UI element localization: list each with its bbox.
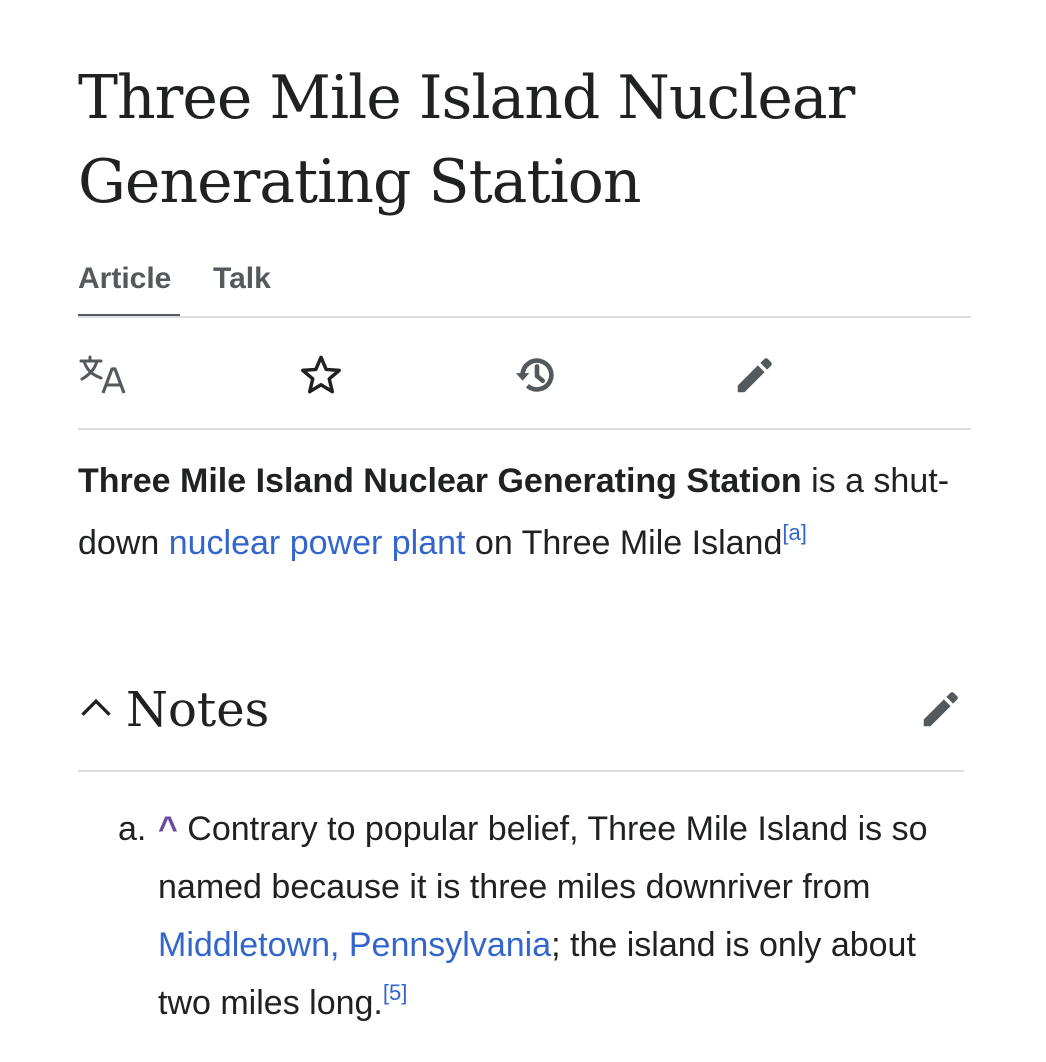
nuclear-power-plant-link[interactable]: nuclear power plant xyxy=(169,524,466,562)
notes-divider xyxy=(78,770,964,772)
star-icon xyxy=(301,355,341,394)
footnote-a-link[interactable]: [a] xyxy=(782,520,806,545)
notes-section-header[interactable]: Notes xyxy=(78,672,964,748)
notes-section-title: Notes xyxy=(126,682,270,738)
history-button[interactable] xyxy=(512,340,562,410)
tabs-divider xyxy=(78,316,971,318)
lead-text-2: on Three Mile Island xyxy=(465,524,783,562)
history-icon xyxy=(515,358,554,392)
pencil-icon xyxy=(737,358,772,393)
tab-article[interactable]: Article xyxy=(78,258,180,318)
note-text: Contrary to popular belief, Three Mile I… xyxy=(158,810,928,906)
lead-paragraph: Three Mile Island Nuclear Generating Sta… xyxy=(78,450,978,574)
language-button[interactable] xyxy=(78,340,128,410)
page-title: Three Mile Island Nuclear Generating Sta… xyxy=(78,63,855,217)
note-backlink-caret[interactable]: ^ xyxy=(158,810,178,848)
notes-list: a. ^ Contrary to popular belief, Three M… xyxy=(78,800,978,1032)
page-actions-toolbar xyxy=(78,340,971,410)
note-marker: a. xyxy=(118,810,147,848)
watch-button[interactable] xyxy=(296,340,346,410)
pencil-icon[interactable] xyxy=(918,686,964,732)
ref-5-link[interactable]: [5] xyxy=(383,980,407,1005)
language-icon xyxy=(79,355,126,394)
middletown-link[interactable]: Middletown, Pennsylvania xyxy=(158,926,551,964)
tab-talk[interactable]: Talk xyxy=(213,258,271,318)
namespace-tabs: Article Talk xyxy=(78,258,971,318)
lead-subject: Three Mile Island Nuclear Generating Sta… xyxy=(78,462,802,500)
list-item: a. ^ Contrary to popular belief, Three M… xyxy=(78,800,978,1032)
chevron-up-icon[interactable] xyxy=(78,690,114,726)
edit-button[interactable] xyxy=(730,340,780,410)
toolbar-divider xyxy=(78,428,971,430)
